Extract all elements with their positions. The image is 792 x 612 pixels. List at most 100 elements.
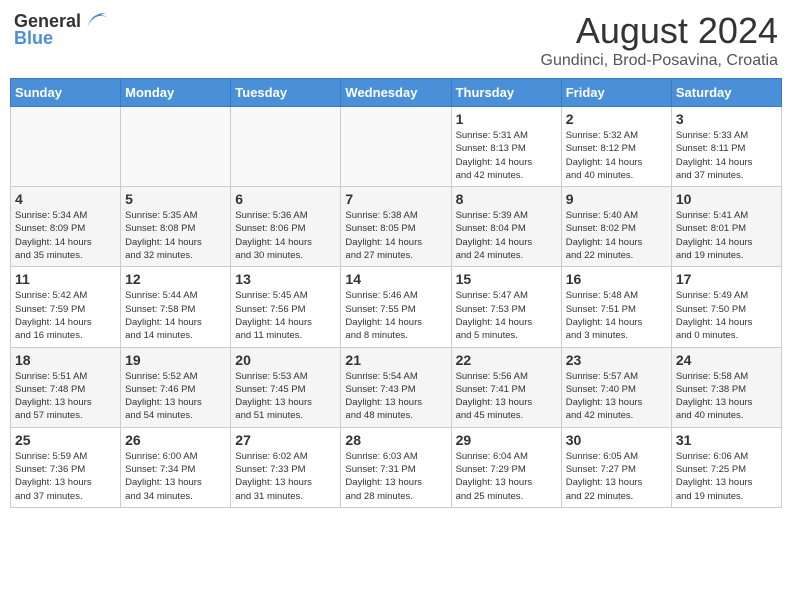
calendar-cell: 26 Sunrise: 6:00 AMSunset: 7:34 PMDayligh… <box>121 427 231 507</box>
calendar-title: August 2024 <box>541 10 778 52</box>
day-number: 6 <box>235 191 336 207</box>
calendar-week-1: 1Sunrise: 5:31 AMSunset: 8:13 PMDaylight… <box>11 107 782 187</box>
day-number: 16 <box>566 271 667 287</box>
header-friday: Friday <box>561 79 671 107</box>
day-info: Sunrise: 5:44 AMSunset: 7:58 PMDaylight:… <box>125 289 226 342</box>
day-number: 22 <box>456 352 557 368</box>
calendar-cell: 16 Sunrise: 5:48 AMSunset: 7:51 PMDayligh… <box>561 267 671 347</box>
day-number: 8 <box>456 191 557 207</box>
day-info: Sunrise: 5:33 AMSunset: 8:11 PMDaylight:… <box>676 129 777 182</box>
day-info: Sunrise: 5:46 AMSunset: 7:55 PMDaylight:… <box>345 289 446 342</box>
day-number: 18 <box>15 352 116 368</box>
calendar-cell: 17 Sunrise: 5:49 AMSunset: 7:50 PMDayligh… <box>671 267 781 347</box>
day-number: 9 <box>566 191 667 207</box>
day-number: 27 <box>235 432 336 448</box>
logo: General Blue <box>14 10 111 49</box>
calendar-cell: 6 Sunrise: 5:36 AMSunset: 8:06 PMDaylight… <box>231 187 341 267</box>
calendar-cell: 29Sunrise: 6:04 AMSunset: 7:29 PMDayligh… <box>451 427 561 507</box>
calendar-week-4: 18 Sunrise: 5:51 AMSunset: 7:48 PMDayligh… <box>11 347 782 427</box>
day-info: Sunrise: 6:03 AMSunset: 7:31 PMDaylight:… <box>345 450 446 503</box>
day-info: Sunrise: 5:32 AMSunset: 8:12 PMDaylight:… <box>566 129 667 182</box>
day-info: Sunrise: 6:06 AMSunset: 7:25 PMDaylight:… <box>676 450 777 503</box>
calendar-cell: 3 Sunrise: 5:33 AMSunset: 8:11 PMDaylight… <box>671 107 781 187</box>
day-number: 7 <box>345 191 446 207</box>
day-number: 23 <box>566 352 667 368</box>
day-info: Sunrise: 5:56 AMSunset: 7:41 PMDaylight:… <box>456 370 557 423</box>
day-info: Sunrise: 6:00 AMSunset: 7:34 PMDaylight:… <box>125 450 226 503</box>
day-number: 28 <box>345 432 446 448</box>
calendar-cell: 5 Sunrise: 5:35 AMSunset: 8:08 PMDaylight… <box>121 187 231 267</box>
day-number: 20 <box>235 352 336 368</box>
day-number: 11 <box>15 271 116 287</box>
day-number: 26 <box>125 432 226 448</box>
day-info: Sunrise: 5:41 AMSunset: 8:01 PMDaylight:… <box>676 209 777 262</box>
logo-bird-icon <box>83 10 111 32</box>
day-info: Sunrise: 5:58 AMSunset: 7:38 PMDaylight:… <box>676 370 777 423</box>
day-info: Sunrise: 5:34 AMSunset: 8:09 PMDaylight:… <box>15 209 116 262</box>
day-number: 17 <box>676 271 777 287</box>
day-number: 21 <box>345 352 446 368</box>
day-number: 19 <box>125 352 226 368</box>
calendar-cell: 10 Sunrise: 5:41 AMSunset: 8:01 PMDayligh… <box>671 187 781 267</box>
calendar-cell <box>121 107 231 187</box>
day-info: Sunrise: 5:40 AMSunset: 8:02 PMDaylight:… <box>566 209 667 262</box>
day-info: Sunrise: 5:52 AMSunset: 7:46 PMDaylight:… <box>125 370 226 423</box>
day-number: 24 <box>676 352 777 368</box>
calendar-cell: 21 Sunrise: 5:54 AMSunset: 7:43 PMDayligh… <box>341 347 451 427</box>
calendar-cell: 2 Sunrise: 5:32 AMSunset: 8:12 PMDaylight… <box>561 107 671 187</box>
calendar-cell: 27 Sunrise: 6:02 AMSunset: 7:33 PMDayligh… <box>231 427 341 507</box>
calendar-cell: 22 Sunrise: 5:56 AMSunset: 7:41 PMDayligh… <box>451 347 561 427</box>
logo-blue-text: Blue <box>14 28 53 49</box>
calendar-cell: 11 Sunrise: 5:42 AMSunset: 7:59 PMDayligh… <box>11 267 121 347</box>
calendar-cell: 23Sunrise: 5:57 AMSunset: 7:40 PMDayligh… <box>561 347 671 427</box>
day-number: 5 <box>125 191 226 207</box>
day-info: Sunrise: 5:39 AMSunset: 8:04 PMDaylight:… <box>456 209 557 262</box>
calendar-header-row: Sunday Monday Tuesday Wednesday Thursday… <box>11 79 782 107</box>
day-number: 12 <box>125 271 226 287</box>
calendar-cell: 8 Sunrise: 5:39 AMSunset: 8:04 PMDaylight… <box>451 187 561 267</box>
day-info: Sunrise: 5:35 AMSunset: 8:08 PMDaylight:… <box>125 209 226 262</box>
header-tuesday: Tuesday <box>231 79 341 107</box>
day-number: 25 <box>15 432 116 448</box>
calendar-week-3: 11 Sunrise: 5:42 AMSunset: 7:59 PMDayligh… <box>11 267 782 347</box>
day-number: 13 <box>235 271 336 287</box>
calendar-cell: 31Sunrise: 6:06 AMSunset: 7:25 PMDayligh… <box>671 427 781 507</box>
calendar-header: August 2024 Gundinci, Brod-Posavina, Cro… <box>541 10 778 70</box>
calendar-cell: 30 Sunrise: 6:05 AMSunset: 7:27 PMDayligh… <box>561 427 671 507</box>
day-info: Sunrise: 6:04 AMSunset: 7:29 PMDaylight:… <box>456 450 557 503</box>
calendar-week-2: 4 Sunrise: 5:34 AMSunset: 8:09 PMDaylight… <box>11 187 782 267</box>
day-info: Sunrise: 5:53 AMSunset: 7:45 PMDaylight:… <box>235 370 336 423</box>
day-info: Sunrise: 5:48 AMSunset: 7:51 PMDaylight:… <box>566 289 667 342</box>
calendar-cell: 7 Sunrise: 5:38 AMSunset: 8:05 PMDaylight… <box>341 187 451 267</box>
day-number: 14 <box>345 271 446 287</box>
header-monday: Monday <box>121 79 231 107</box>
day-number: 4 <box>15 191 116 207</box>
day-number: 3 <box>676 111 777 127</box>
day-number: 2 <box>566 111 667 127</box>
day-info: Sunrise: 5:42 AMSunset: 7:59 PMDaylight:… <box>15 289 116 342</box>
calendar-cell: 12 Sunrise: 5:44 AMSunset: 7:58 PMDayligh… <box>121 267 231 347</box>
day-info: Sunrise: 5:54 AMSunset: 7:43 PMDaylight:… <box>345 370 446 423</box>
day-info: Sunrise: 5:45 AMSunset: 7:56 PMDaylight:… <box>235 289 336 342</box>
day-info: Sunrise: 6:02 AMSunset: 7:33 PMDaylight:… <box>235 450 336 503</box>
day-info: Sunrise: 5:51 AMSunset: 7:48 PMDaylight:… <box>15 370 116 423</box>
header-wednesday: Wednesday <box>341 79 451 107</box>
calendar-cell: 9 Sunrise: 5:40 AMSunset: 8:02 PMDaylight… <box>561 187 671 267</box>
calendar-cell: 14 Sunrise: 5:46 AMSunset: 7:55 PMDayligh… <box>341 267 451 347</box>
day-info: Sunrise: 6:05 AMSunset: 7:27 PMDaylight:… <box>566 450 667 503</box>
day-info: Sunrise: 5:49 AMSunset: 7:50 PMDaylight:… <box>676 289 777 342</box>
day-number: 30 <box>566 432 667 448</box>
day-info: Sunrise: 5:59 AMSunset: 7:36 PMDaylight:… <box>15 450 116 503</box>
day-info: Sunrise: 5:38 AMSunset: 8:05 PMDaylight:… <box>345 209 446 262</box>
day-number: 10 <box>676 191 777 207</box>
calendar-cell: 24 Sunrise: 5:58 AMSunset: 7:38 PMDayligh… <box>671 347 781 427</box>
calendar-cell: 20 Sunrise: 5:53 AMSunset: 7:45 PMDayligh… <box>231 347 341 427</box>
day-info: Sunrise: 5:36 AMSunset: 8:06 PMDaylight:… <box>235 209 336 262</box>
calendar-cell: 19 Sunrise: 5:52 AMSunset: 7:46 PMDayligh… <box>121 347 231 427</box>
calendar-cell <box>11 107 121 187</box>
day-info: Sunrise: 5:31 AMSunset: 8:13 PMDaylight:… <box>456 129 557 182</box>
calendar-cell: 15Sunrise: 5:47 AMSunset: 7:53 PMDayligh… <box>451 267 561 347</box>
calendar-table: Sunday Monday Tuesday Wednesday Thursday… <box>10 78 782 508</box>
calendar-cell: 28 Sunrise: 6:03 AMSunset: 7:31 PMDayligh… <box>341 427 451 507</box>
page-header: General Blue August 2024 Gundinci, Brod-… <box>10 10 782 70</box>
